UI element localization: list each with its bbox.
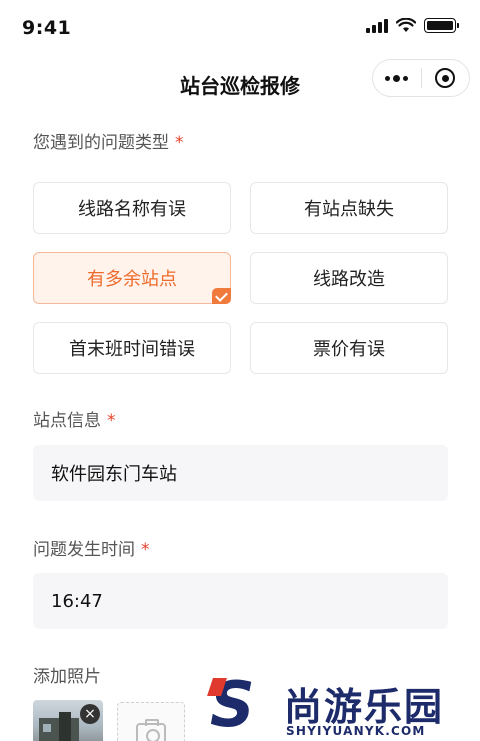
station-info-label: 站点信息 * — [33, 406, 116, 431]
target-close-icon — [435, 68, 456, 88]
status-bar: 9:41 — [0, 0, 480, 56]
uploaded-photo-thumbnail[interactable]: × — [33, 700, 103, 741]
site-watermark: S 尚游乐园 SHYIYUANYK.COM — [204, 668, 480, 741]
option-missing-station[interactable]: 有站点缺失 — [250, 182, 448, 234]
cellular-signal-icon — [366, 18, 388, 33]
problem-type-label: 您遇到的问题类型 * — [33, 128, 184, 153]
miniprogram-capsule — [372, 59, 470, 97]
required-mark: * — [141, 540, 150, 560]
more-dots-icon — [385, 74, 409, 82]
occur-time-label: 问题发生时间 * — [33, 535, 150, 560]
station-info-label-text: 站点信息 — [33, 411, 101, 431]
wifi-icon — [396, 18, 416, 32]
option-label: 票价有误 — [313, 339, 385, 360]
selected-check-icon — [212, 288, 231, 304]
occur-time-label-text: 问题发生时间 — [33, 540, 135, 560]
status-icons — [366, 18, 459, 33]
required-mark: * — [175, 133, 184, 153]
photo-building — [59, 712, 71, 741]
remove-photo-icon[interactable]: × — [80, 704, 100, 724]
option-label: 有站点缺失 — [304, 199, 394, 220]
option-label: 线路改造 — [313, 269, 385, 290]
add-photo-button[interactable] — [117, 702, 185, 741]
battery-icon — [424, 18, 459, 33]
occur-time-picker[interactable]: 16:47 — [33, 573, 448, 629]
problem-type-label-text: 您遇到的问题类型 — [33, 133, 169, 153]
watermark-logo: S — [204, 668, 268, 741]
station-info-input[interactable]: 软件园东门车站 — [33, 445, 448, 501]
option-fare-wrong[interactable]: 票价有误 — [250, 322, 448, 374]
option-extra-station[interactable]: 有多余站点 — [33, 252, 231, 304]
watermark-name: 尚游乐园 — [284, 685, 445, 729]
watermark-url: SHYIYUANYK.COM — [286, 724, 426, 738]
option-first-last-bus-time-wrong[interactable]: 首末班时间错误 — [33, 322, 231, 374]
option-label: 线路名称有误 — [78, 199, 186, 220]
option-label: 首末班时间错误 — [69, 339, 195, 360]
required-mark: * — [107, 411, 116, 431]
camera-icon — [136, 719, 166, 741]
close-miniprogram-button[interactable] — [421, 60, 469, 96]
photo-window — [43, 724, 51, 732]
option-route-reconstruction[interactable]: 线路改造 — [250, 252, 448, 304]
status-time: 9:41 — [22, 17, 72, 39]
option-label: 有多余站点 — [87, 269, 177, 290]
more-button[interactable] — [373, 60, 421, 96]
add-photo-label: 添加照片 — [33, 667, 101, 687]
option-route-name-wrong[interactable]: 线路名称有误 — [33, 182, 231, 234]
